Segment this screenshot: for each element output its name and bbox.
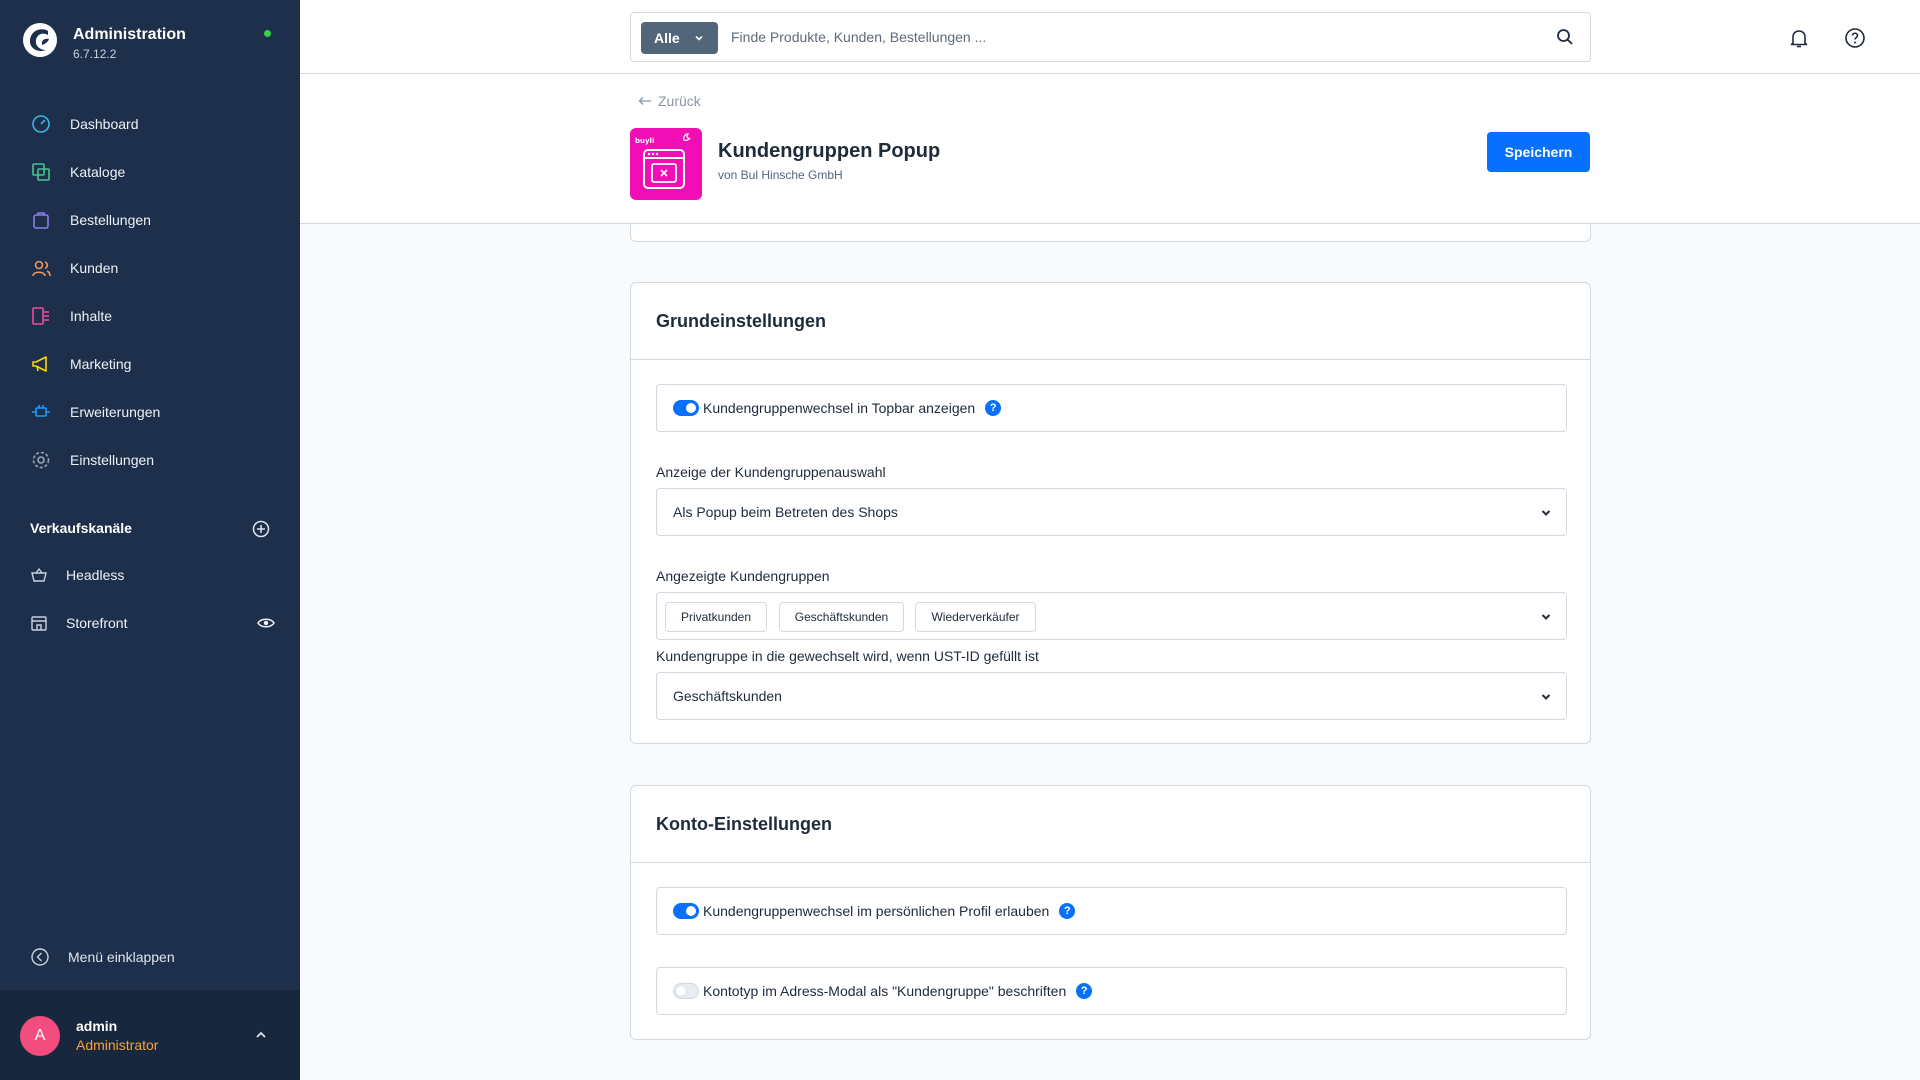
add-channel-icon[interactable] xyxy=(252,520,270,538)
extensions-icon xyxy=(30,401,52,423)
sales-channels-title: Verkaufskanäle xyxy=(30,520,132,536)
field-label: Angezeigte Kundengruppen xyxy=(656,568,830,584)
basket-icon xyxy=(31,567,47,582)
toggle-label: Kontotyp im Adress-Modal als "Kundengrup… xyxy=(703,983,1067,999)
select-value: Als Popup beim Betreten des Shops xyxy=(673,504,898,520)
nav-item-marketing[interactable]: Marketing xyxy=(0,340,300,388)
chevron-down-icon xyxy=(695,35,703,41)
topbar-toggle-field[interactable]: Kundengruppenwechsel in Topbar anzeigen … xyxy=(656,384,1567,432)
nav-label: Marketing xyxy=(70,356,132,372)
nav-label: Dashboard xyxy=(70,116,139,132)
eye-icon[interactable] xyxy=(257,614,275,632)
catalog-icon xyxy=(30,161,52,183)
nav-label: Kunden xyxy=(70,260,119,276)
user-name: admin xyxy=(76,1018,118,1034)
toggle-label: Kundengruppenwechsel in Topbar anzeigen xyxy=(703,400,976,416)
smart-bar: Zurück buyli Kundengruppen Popup von Bul… xyxy=(300,74,1920,224)
selected-tag[interactable]: Geschäftskunden xyxy=(779,602,904,632)
card-title: Grundeinstellungen xyxy=(631,283,1590,360)
nav-item-kataloge[interactable]: Kataloge xyxy=(0,148,300,196)
back-label: Zurück xyxy=(658,93,701,109)
chevron-down-icon xyxy=(1541,694,1551,700)
channel-label: Storefront xyxy=(66,615,128,631)
profile-switch-toggle[interactable] xyxy=(673,903,699,919)
settings-icon xyxy=(30,449,52,471)
display-mode-select[interactable]: Als Popup beim Betreten des Shops xyxy=(656,488,1567,536)
toggle-label: Kundengruppenwechsel im persönlichen Pro… xyxy=(703,903,1050,919)
avatar: A xyxy=(20,1016,60,1056)
sales-channels-heading: Verkaufskanäle xyxy=(30,520,270,540)
brand[interactable]: Administration 6.7.12.2 xyxy=(22,22,282,62)
sidebar: Administration 6.7.12.2 Dashboard Katalo… xyxy=(0,0,300,1080)
user-menu[interactable]: A admin Administrator xyxy=(0,990,300,1080)
nav-item-bestellungen[interactable]: Bestellungen xyxy=(0,196,300,244)
nav-label: Kataloge xyxy=(70,164,126,180)
nav-label: Inhalte xyxy=(70,308,113,324)
chevron-down-icon xyxy=(1541,614,1551,620)
page-title: Kundengruppen Popup xyxy=(718,140,941,162)
nav-label: Einstellungen xyxy=(70,452,155,468)
collapse-menu-button[interactable]: Menü einklappen xyxy=(30,945,175,969)
global-search: Alle xyxy=(630,12,1591,62)
plugin-vendor: von Bul Hinsche GmbH xyxy=(718,168,843,182)
nav-item-dashboard[interactable]: Dashboard xyxy=(0,100,300,148)
nav-item-kunden[interactable]: Kunden xyxy=(0,244,300,292)
profile-toggle-field[interactable]: Kundengruppenwechsel im persönlichen Pro… xyxy=(656,887,1567,935)
nav-label: Erweiterungen xyxy=(70,404,161,420)
basic-settings-card: Grundeinstellungen Kundengruppenwechsel … xyxy=(630,282,1591,744)
field-label: Kundengruppe in die gewechselt wird, wen… xyxy=(656,648,1039,664)
help-tooltip-icon[interactable]: ? xyxy=(985,400,1002,416)
plugin-logo: buyli xyxy=(630,128,702,200)
field-label: Anzeige der Kundengruppenauswahl xyxy=(656,464,886,480)
collapse-icon xyxy=(31,948,49,966)
customers-icon xyxy=(30,257,52,279)
chevron-up-icon[interactable] xyxy=(254,1028,268,1042)
search-type-select[interactable]: Alle xyxy=(641,22,718,54)
nav-item-einstellungen[interactable]: Einstellungen xyxy=(0,436,300,484)
card-title: Konto-Einstellungen xyxy=(631,786,1590,863)
app-title: Administration xyxy=(73,26,186,43)
previous-card-bottom xyxy=(630,224,1591,242)
search-input[interactable] xyxy=(731,13,1531,61)
plugin-popup-icon: buyli xyxy=(635,133,691,189)
topbar-switch-toggle[interactable] xyxy=(673,400,699,416)
shopware-logo-icon xyxy=(23,23,57,57)
select-value: Geschäftskunden xyxy=(673,688,782,704)
orders-icon xyxy=(30,209,52,231)
status-dot xyxy=(264,30,271,37)
search-type-label: Alle xyxy=(654,30,680,46)
save-button[interactable]: Speichern xyxy=(1487,132,1590,172)
arrow-left-icon xyxy=(638,97,651,105)
search-icon[interactable] xyxy=(1556,28,1574,46)
user-role: Administrator xyxy=(76,1037,159,1053)
storefront-icon xyxy=(31,616,47,631)
channel-label: Headless xyxy=(66,567,125,583)
nav-item-inhalte[interactable]: Inhalte xyxy=(0,292,300,340)
help-tooltip-icon[interactable]: ? xyxy=(1059,903,1076,919)
address-switch-toggle[interactable] xyxy=(673,983,699,999)
collapse-label: Menü einklappen xyxy=(68,949,175,965)
help-icon[interactable] xyxy=(1844,27,1866,49)
channel-item-headless[interactable]: Headless xyxy=(30,560,275,590)
nav-label: Bestellungen xyxy=(70,212,151,228)
channel-item-storefront[interactable]: Storefront xyxy=(30,608,275,638)
content-icon xyxy=(30,305,52,327)
account-settings-card: Konto-Einstellungen Kundengruppenwechsel… xyxy=(630,785,1591,1040)
address-toggle-field[interactable]: Kontotyp im Adress-Modal als "Kundengrup… xyxy=(656,967,1567,1015)
plugin-brand-text: buyli xyxy=(635,137,654,145)
selected-tag[interactable]: Privatkunden xyxy=(665,602,767,632)
chevron-down-icon xyxy=(1541,510,1551,516)
dashboard-icon xyxy=(30,113,52,135)
nav-item-erweiterungen[interactable]: Erweiterungen xyxy=(0,388,300,436)
top-bar: Alle xyxy=(300,0,1920,74)
selected-tag[interactable]: Wiederverkäufer xyxy=(915,602,1036,632)
main-nav: Dashboard Kataloge Bestellungen Kunden I… xyxy=(0,100,300,484)
back-link[interactable]: Zurück xyxy=(638,92,701,110)
marketing-icon xyxy=(30,353,52,375)
customer-groups-multiselect[interactable]: Privatkunden Geschäftskunden Wiederverkä… xyxy=(656,592,1567,640)
vat-group-select[interactable]: Geschäftskunden xyxy=(656,672,1567,720)
bell-icon[interactable] xyxy=(1788,27,1810,49)
app-version: 6.7.12.2 xyxy=(73,47,117,61)
help-tooltip-icon[interactable]: ? xyxy=(1076,983,1093,999)
